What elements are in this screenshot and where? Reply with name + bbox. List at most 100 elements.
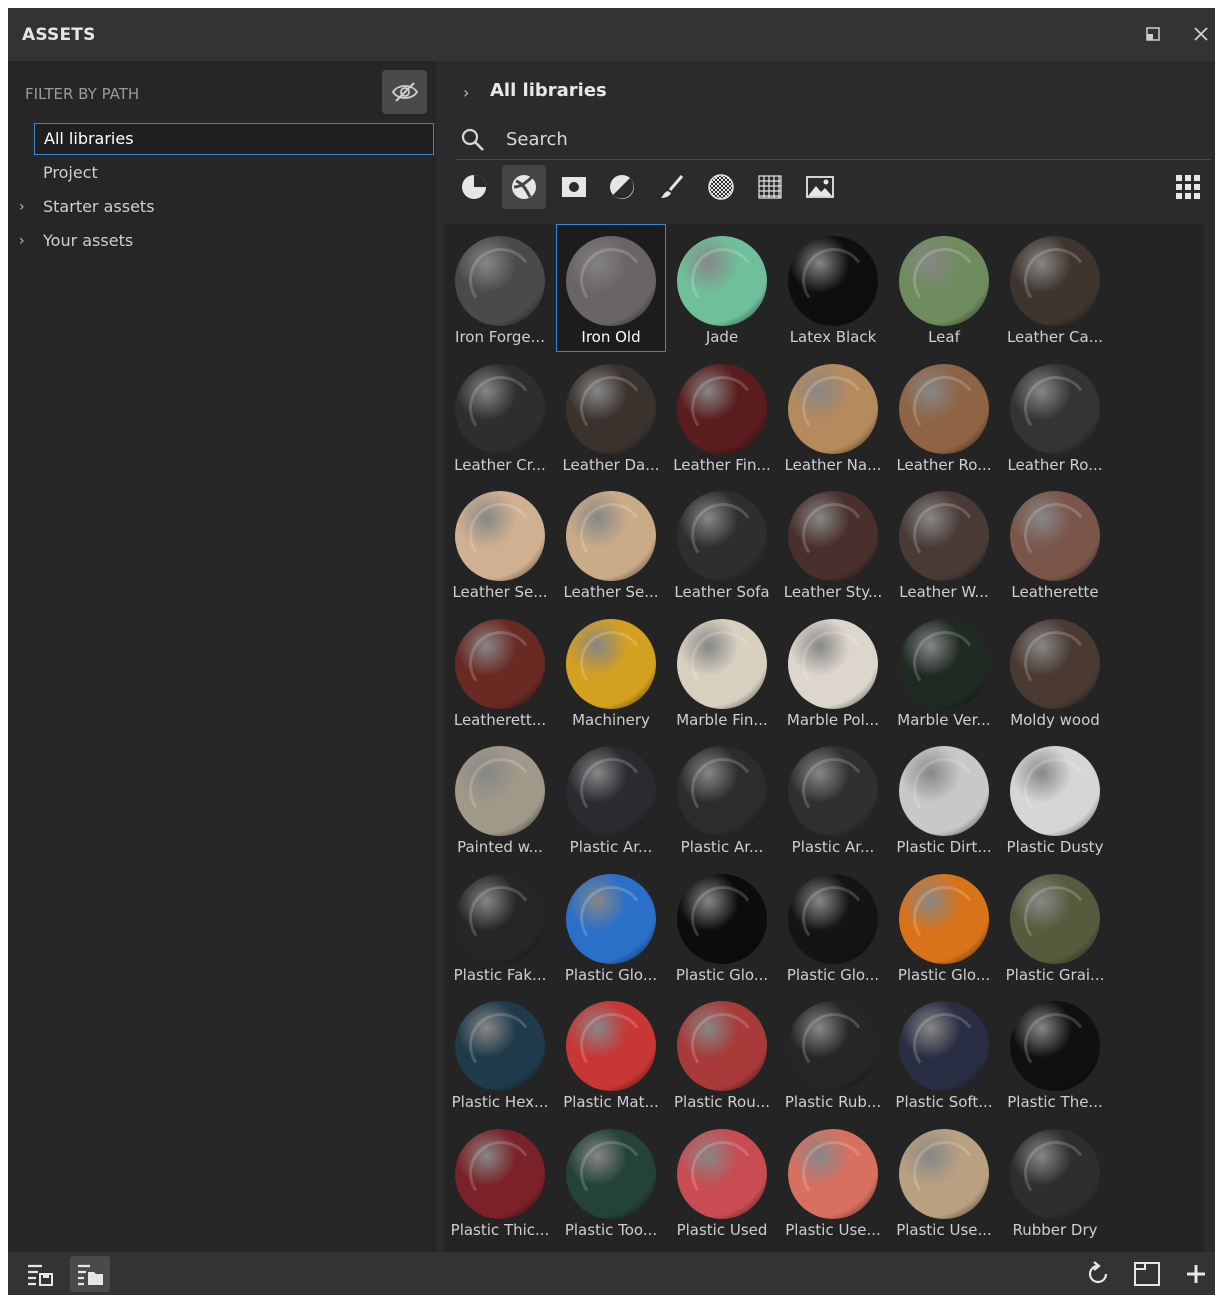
asset-tile[interactable]: Plastic Glo...	[889, 862, 999, 990]
asset-tile[interactable]: Latex Black	[778, 224, 888, 352]
material-preview	[788, 874, 878, 964]
asset-label: Leather Fin...	[673, 456, 771, 474]
asset-tile[interactable]: Plastic Soft...	[889, 989, 999, 1117]
tree-item[interactable]: All libraries	[34, 123, 434, 155]
asset-tile[interactable]: Plastic Rub...	[778, 989, 888, 1117]
material-preview	[899, 874, 989, 964]
asset-label: Plastic Glo...	[675, 966, 769, 984]
asset-tile[interactable]: Plastic Use...	[889, 1117, 999, 1245]
tree-item[interactable]: › Your assets	[19, 225, 434, 257]
asset-tile[interactable]: Leather Sty...	[778, 479, 888, 607]
eye-off-icon[interactable]	[382, 70, 427, 114]
search-placeholder: Search	[506, 129, 568, 150]
asset-label: Plastic Rub...	[784, 1093, 882, 1111]
asset-tile[interactable]: Plastic Hex...	[445, 989, 555, 1117]
asset-label: Marble Pol...	[786, 711, 880, 729]
grid-view-icon[interactable]	[1166, 165, 1210, 209]
asset-tile[interactable]: Leather Ca...	[1000, 224, 1110, 352]
asset-label: Leather Se...	[563, 583, 659, 601]
asset-label: Plastic Used	[676, 1221, 768, 1239]
half-circle-icon[interactable]	[600, 165, 644, 209]
asset-tile[interactable]: Rubber Dry	[1000, 1117, 1110, 1245]
tree-item[interactable]: › Starter assets	[19, 191, 434, 223]
environment-icon[interactable]	[798, 165, 842, 209]
asset-tile[interactable]: Leatherette	[1000, 479, 1110, 607]
chevron-right-icon[interactable]: ›	[19, 191, 25, 223]
asset-tile[interactable]: Plastic Ar...	[778, 734, 888, 862]
asset-tile[interactable]: Plastic Thic...	[445, 1117, 555, 1245]
asset-tile[interactable]: Leather W...	[889, 479, 999, 607]
restore-icon[interactable]	[1142, 23, 1164, 45]
asset-tile[interactable]: Plastic Fak...	[445, 862, 555, 990]
chevron-right-icon[interactable]: ›	[463, 83, 469, 102]
asset-tile[interactable]: Leather Se...	[445, 479, 555, 607]
asset-label: Leaf	[928, 328, 960, 346]
title-bar: ASSETS	[8, 8, 1215, 61]
asset-label: Plastic Fak...	[453, 966, 547, 984]
asset-tile[interactable]: Leather Fin...	[667, 352, 777, 480]
square-mask-icon[interactable]	[552, 165, 596, 209]
material-preview	[455, 236, 545, 326]
asset-tile[interactable]: Plastic Grai...	[1000, 862, 1110, 990]
tree-item[interactable]: Project	[34, 157, 434, 189]
material-preview	[566, 619, 656, 709]
asset-tile[interactable]: Plastic Glo...	[667, 862, 777, 990]
asset-label: Jade	[705, 328, 739, 346]
asset-label: Plastic Dirt...	[896, 838, 992, 856]
asset-tile[interactable]: Leather Da...	[556, 352, 666, 480]
material-preview	[677, 236, 767, 326]
asset-tile[interactable]: Iron Old	[556, 224, 666, 352]
refresh-icon[interactable]	[1078, 1256, 1118, 1292]
asset-tile[interactable]: Plastic Use...	[778, 1117, 888, 1245]
material-preview	[788, 364, 878, 454]
asset-tile[interactable]: Plastic Dusty	[1000, 734, 1110, 862]
material-icon[interactable]	[502, 165, 546, 209]
list-save-icon[interactable]	[20, 1256, 60, 1292]
asset-tile[interactable]: Leather Se...	[556, 479, 666, 607]
checker-pattern-icon[interactable]	[699, 165, 743, 209]
asset-tile[interactable]: Leather Ro...	[1000, 352, 1110, 480]
asset-tile[interactable]: Machinery	[556, 607, 666, 735]
asset-tile[interactable]: Plastic Used	[667, 1117, 777, 1245]
asset-tile[interactable]: Plastic Glo...	[778, 862, 888, 990]
asset-label: Leather Da...	[562, 456, 660, 474]
asset-tile[interactable]: Plastic Too...	[556, 1117, 666, 1245]
asset-tile[interactable]: Plastic The...	[1000, 989, 1110, 1117]
asset-tile[interactable]: Marble Fin...	[667, 607, 777, 735]
list-folder-icon[interactable]	[70, 1256, 110, 1292]
asset-tile[interactable]: Moldy wood	[1000, 607, 1110, 735]
asset-tile[interactable]: Marble Ver...	[889, 607, 999, 735]
asset-tile[interactable]: Plastic Ar...	[667, 734, 777, 862]
asset-tile[interactable]: Plastic Rou...	[667, 989, 777, 1117]
material-preview	[1010, 874, 1100, 964]
asset-tile[interactable]: Plastic Glo...	[556, 862, 666, 990]
chevron-right-icon[interactable]: ›	[19, 225, 25, 257]
asset-tile[interactable]: Marble Pol...	[778, 607, 888, 735]
add-icon[interactable]	[1176, 1256, 1215, 1292]
asset-tile[interactable]: Plastic Dirt...	[889, 734, 999, 862]
asset-tile[interactable]: Leather Na...	[778, 352, 888, 480]
asset-tile[interactable]: Leather Sofa	[667, 479, 777, 607]
asset-tile[interactable]: Leaf	[889, 224, 999, 352]
asset-label: Plastic Too...	[564, 1221, 658, 1239]
material-preview	[566, 1129, 656, 1219]
asset-tile[interactable]: Iron Forge...	[445, 224, 555, 352]
grid-pattern-icon[interactable]	[748, 165, 792, 209]
asset-tile[interactable]: Leatherett...	[445, 607, 555, 735]
sphere-icon[interactable]	[452, 165, 496, 209]
asset-tile[interactable]: Jade	[667, 224, 777, 352]
search-input[interactable]: Search	[456, 125, 1211, 160]
asset-label: Plastic Hex...	[451, 1093, 549, 1111]
breadcrumb[interactable]: All libraries	[490, 80, 607, 101]
asset-tile[interactable]: Leather Ro...	[889, 352, 999, 480]
brush-icon[interactable]	[650, 165, 694, 209]
asset-tile[interactable]: Leather Cr...	[445, 352, 555, 480]
asset-tile[interactable]: Plastic Ar...	[556, 734, 666, 862]
close-icon[interactable]	[1190, 23, 1212, 45]
tree-item-label: Your assets	[43, 231, 134, 250]
asset-label: Plastic Dusty	[1006, 838, 1104, 856]
asset-tile[interactable]: Plastic Mat...	[556, 989, 666, 1117]
asset-label: Plastic Glo...	[564, 966, 658, 984]
new-window-icon[interactable]	[1127, 1256, 1167, 1292]
asset-tile[interactable]: Painted w...	[445, 734, 555, 862]
